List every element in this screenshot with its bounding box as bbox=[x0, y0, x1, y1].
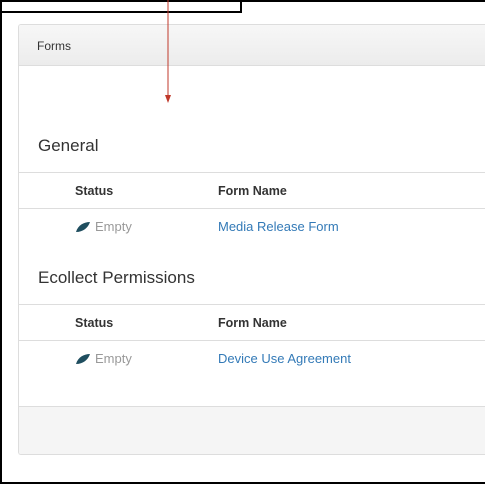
table-row: Empty Media Release Form bbox=[19, 209, 485, 245]
column-header-status: Status bbox=[75, 316, 114, 330]
form-link-media-release[interactable]: Media Release Form bbox=[218, 219, 339, 234]
table-header-general: Status Form Name bbox=[19, 172, 485, 209]
panel-footer bbox=[19, 406, 485, 454]
column-header-status: Status bbox=[75, 184, 114, 198]
table-header-ecollect-permissions: Status Form Name bbox=[19, 304, 485, 341]
status-empty: Empty bbox=[95, 351, 132, 366]
section-title-ecollect-permissions: Ecollect Permissions bbox=[38, 268, 195, 287]
tab-underline bbox=[0, 11, 242, 13]
table-row: Empty Device Use Agreement bbox=[19, 341, 485, 377]
column-header-form-name: Form Name bbox=[218, 184, 287, 198]
annotation-arrow-icon bbox=[165, 0, 171, 103]
leaf-icon bbox=[76, 222, 90, 232]
column-header-form-name: Form Name bbox=[218, 316, 287, 330]
section-title-general: General bbox=[38, 136, 99, 155]
status-empty: Empty bbox=[95, 219, 132, 234]
panel-heading: Forms bbox=[19, 25, 485, 66]
leaf-icon bbox=[76, 354, 90, 364]
forms-panel: Forms General Status Form Name Empty Med… bbox=[18, 24, 485, 455]
form-link-device-use-agreement[interactable]: Device Use Agreement bbox=[218, 351, 351, 366]
